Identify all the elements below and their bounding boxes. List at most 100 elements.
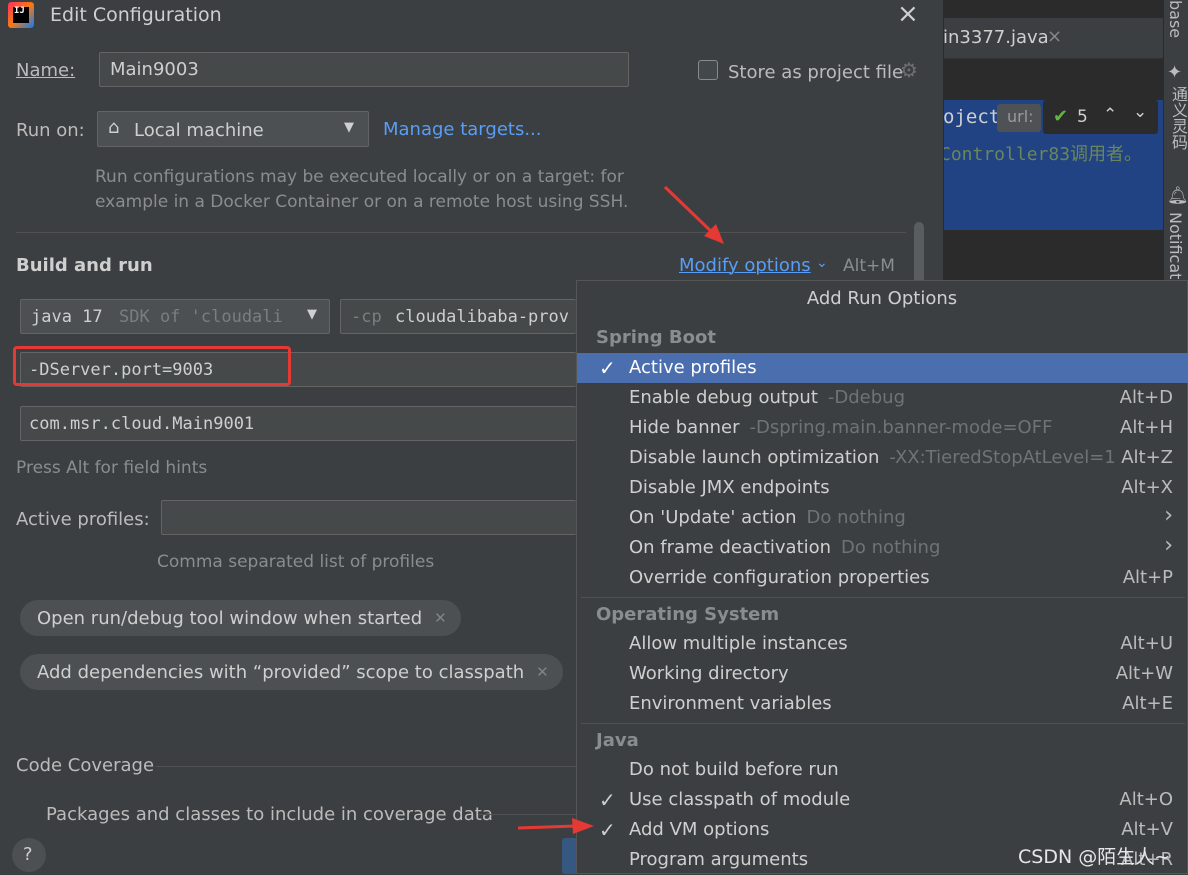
menu-item-on-frame-deactivation[interactable]: On frame deactivation Do nothing › — [577, 533, 1188, 563]
code-line-2: Controller83调用者。 — [940, 144, 1143, 165]
name-label: Name: — [16, 60, 76, 81]
chip-label: Add dependencies with “provided” scope t… — [37, 661, 525, 683]
menu-item-add-vm-options[interactable]: ✓ Add VM options Alt+V — [577, 815, 1188, 845]
section-java: Java — [596, 730, 639, 751]
editor-tab[interactable]: in3377.java × — [943, 18, 1163, 59]
menu-separator — [581, 597, 1185, 598]
run-on-value: Local machine — [134, 120, 264, 141]
menu-item-allow-multiple[interactable]: Allow multiple instances Alt+U — [577, 629, 1188, 659]
menu-item-label: On 'Update' action — [629, 507, 797, 528]
menu-item-label: Hide banner — [629, 417, 740, 438]
dropdown-arrow-icon: ▼ — [344, 120, 354, 135]
menu-item-hide-banner[interactable]: Hide banner -Dspring.main.banner-mode=OFF… — [577, 413, 1188, 443]
chevron-down-icon: ⌄ — [816, 255, 828, 271]
menu-item-label: Use classpath of module — [629, 789, 851, 810]
chip-label: Open run/debug tool window when started — [37, 607, 423, 629]
menu-item-label: Add VM options — [629, 819, 770, 840]
classpath-select[interactable]: -cp cloudalibaba-prov — [340, 299, 576, 334]
menu-item-hint: Do nothing — [841, 537, 941, 558]
chevron-up-icon[interactable]: ⌃ — [1103, 105, 1117, 125]
menu-item-use-classpath[interactable]: ✓ Use classpath of module Alt+O — [577, 785, 1188, 815]
jdk-select[interactable]: java 17 SDK of 'cloudali ▼ — [20, 299, 330, 334]
menu-item-label: Do not build before run — [629, 759, 839, 780]
store-as-project-checkbox[interactable] — [698, 60, 718, 80]
red-arrow-modify — [663, 185, 724, 244]
manage-targets-link[interactable]: Manage targets... — [383, 119, 542, 140]
option-chip[interactable]: Open run/debug tool window when started … — [20, 600, 461, 636]
option-chip[interactable]: Add dependencies with “provided” scope t… — [20, 654, 563, 690]
menu-item-enable-debug[interactable]: Enable debug output -Ddebug Alt+D — [577, 383, 1188, 413]
name-field[interactable]: Main9003 — [99, 52, 629, 87]
menu-item-shortcut: Alt+U — [1120, 633, 1173, 654]
chevron-right-icon: › — [1164, 533, 1173, 558]
run-on-hint-1: Run configurations may be executed local… — [95, 167, 624, 187]
run-on-select[interactable]: ⌂ Local machine ▼ — [97, 111, 369, 147]
menu-item-label: Allow multiple instances — [629, 633, 848, 654]
run-on-hint-2: example in a Docker Container or on a re… — [95, 192, 629, 212]
popup-title: Add Run Options — [806, 288, 958, 309]
main-class-field[interactable]: com.msr.cloud.Main9001 — [20, 406, 576, 441]
name-value: Main9003 — [110, 59, 199, 80]
code-coverage-title: Code Coverage — [16, 755, 155, 776]
url-hint: url: — [1007, 107, 1034, 126]
right-tool-strip: base ✦ 通义灵码 🔔︎ Notificat — [1163, 0, 1188, 280]
build-and-run-title: Build and run — [16, 255, 153, 276]
menu-item-disable-jmx[interactable]: Disable JMX endpoints Alt+X — [577, 473, 1188, 503]
active-profiles-field[interactable] — [161, 500, 576, 535]
modify-options-shortcut: Alt+M — [843, 256, 895, 276]
menu-item-label: On frame deactivation — [629, 537, 832, 558]
watermark: CSDN @陌生人~ — [1018, 846, 1171, 868]
check-icon: ✔ — [1053, 106, 1069, 127]
menu-item-label: Environment variables — [629, 693, 832, 714]
menu-item-shortcut: Alt+X — [1121, 477, 1173, 498]
menu-item-active-profiles[interactable]: ✓ Active profiles — [577, 353, 1188, 383]
side-tab-database[interactable]: base — [1166, 0, 1185, 38]
menu-item-label: Active profiles — [629, 357, 757, 378]
checkmark-icon: ✓ — [599, 788, 616, 812]
tongyi-icon[interactable]: ✦ — [1167, 62, 1182, 83]
menu-item-shortcut: Alt+V — [1121, 819, 1173, 840]
main-class-value: com.msr.cloud.Main9001 — [29, 414, 255, 434]
section-operating-system: Operating System — [596, 604, 780, 625]
help-button[interactable]: ? — [12, 838, 46, 872]
inspection-widget[interactable]: ✔ 5 ⌃ ⌄ — [1043, 100, 1158, 134]
section-spring-boot: Spring Boot — [596, 327, 716, 348]
highlight-box — [13, 346, 291, 386]
menu-item-do-not-build[interactable]: Do not build before run — [577, 755, 1188, 785]
side-tab-tongyi[interactable]: 通义灵码 — [1166, 86, 1188, 150]
menu-item-hint: Do nothing — [806, 507, 906, 528]
jdk-sdk: SDK of 'cloudali — [119, 307, 283, 327]
menu-item-environment-variables[interactable]: Environment variables Alt+E — [577, 689, 1188, 719]
menu-item-label: Enable debug output — [629, 387, 818, 408]
modify-options-link[interactable]: Modify options — [679, 255, 811, 276]
close-tab-icon[interactable]: × — [1047, 26, 1062, 47]
ok-button-edge[interactable] — [562, 838, 576, 874]
active-profiles-hint: Comma separated list of profiles — [157, 552, 435, 572]
remove-icon[interactable]: ✕ — [536, 663, 549, 681]
jdk-java: java 17 — [31, 307, 103, 327]
close-icon[interactable]: × — [897, 0, 919, 29]
store-as-project-label: Store as project file — [728, 62, 904, 83]
dropdown-arrow-icon: ▼ — [307, 307, 317, 322]
menu-item-working-directory[interactable]: Working directory Alt+W — [577, 659, 1188, 689]
menu-separator — [581, 723, 1185, 724]
editor-tab-label: in3377.java — [943, 27, 1049, 48]
checkmark-icon: ✓ — [599, 818, 616, 842]
menu-item-hint: -XX:TieredStopAtLevel=1 — [889, 447, 1116, 468]
menu-item-label: Override configuration properties — [629, 567, 930, 588]
menu-item-shortcut: Alt+W — [1115, 663, 1173, 684]
bell-icon[interactable]: 🔔︎ — [1167, 186, 1188, 206]
menu-item-on-update-action[interactable]: On 'Update' action Do nothing › — [577, 503, 1188, 533]
inline-hint: url: — [997, 104, 1041, 132]
remove-icon[interactable]: ✕ — [434, 609, 447, 627]
menu-item-override-config[interactable]: Override configuration properties Alt+P — [577, 563, 1188, 593]
checkmark-icon: ✓ — [599, 356, 616, 380]
menu-item-shortcut: Alt+H — [1120, 417, 1173, 438]
menu-item-shortcut: Alt+O — [1119, 789, 1173, 810]
divider — [16, 232, 906, 233]
menu-item-disable-launch-optimization[interactable]: Disable launch optimization -XX:TieredSto… — [577, 443, 1188, 473]
menu-item-label: Disable launch optimization — [629, 447, 880, 468]
gear-icon[interactable]: ⚙ — [900, 58, 918, 82]
chevron-down-icon[interactable]: ⌄ — [1133, 102, 1147, 122]
side-tab-notifications[interactable]: Notificat — [1166, 212, 1185, 279]
